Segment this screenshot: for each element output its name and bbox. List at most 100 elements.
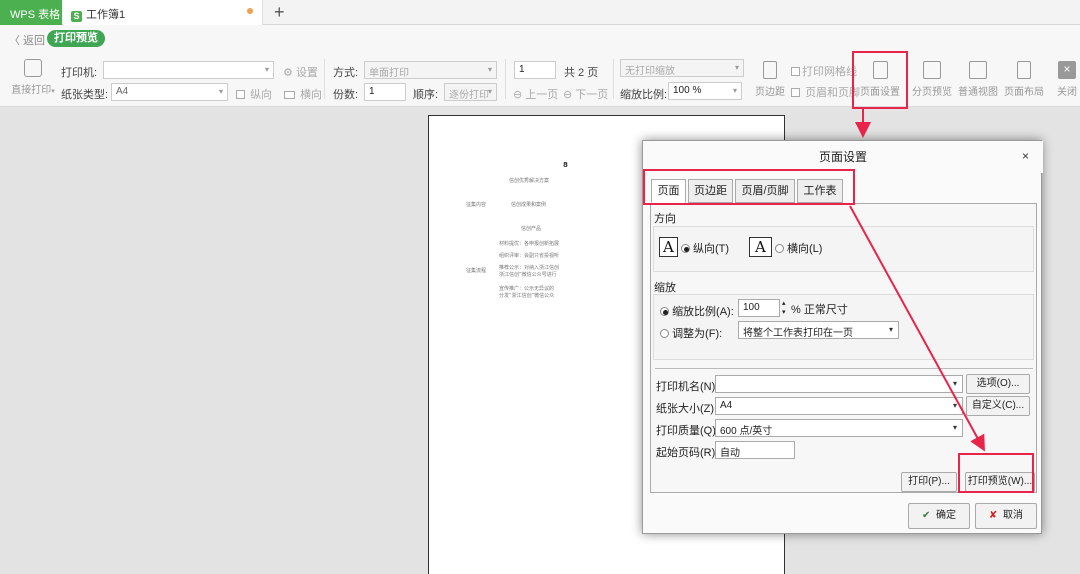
print-button[interactable]: 打印(P)...: [901, 472, 957, 492]
order-select[interactable]: 逐份打印 ▾: [444, 83, 497, 101]
portrait-option[interactable]: A 纵向(T): [659, 237, 729, 257]
normal-size-label: % 正常尺寸: [791, 304, 848, 316]
page-text: 信创优秀解决方案: [509, 178, 550, 184]
scaling-group: 缩放比例(A): 100 ▴ ▾ % 正常尺寸 调整为(F): 将整个工作表打印在…: [653, 294, 1034, 360]
landscape-icon: A: [749, 237, 772, 257]
paper-size-label: 纸张大小(Z):: [656, 403, 718, 415]
portrait-radio[interactable]: [680, 244, 690, 253]
paper-size-select[interactable]: A4 ▾: [715, 397, 963, 415]
page-text: 组织评审：会副只省投视听: [499, 253, 560, 259]
title-tab-bar: WPS 表格 S 工作簿1 +: [0, 0, 1080, 25]
page-layout-icon: [1017, 61, 1031, 79]
chevron-down-icon: ▾: [218, 87, 223, 96]
next-page-button[interactable]: ⊖ 下一页: [563, 86, 608, 102]
scaling-mode-select[interactable]: 无打印缩放 ▾: [620, 59, 744, 77]
back-button[interactable]: 〈 返回: [9, 32, 45, 48]
highlight-page-setup: [852, 51, 908, 109]
method-label: 方式:: [333, 67, 359, 79]
margins-icon: [763, 61, 777, 79]
total-pages: 共 2 页: [564, 67, 599, 79]
custom-size-button[interactable]: 自定义(C)...: [966, 396, 1030, 416]
normal-view-button[interactable]: 普通视图: [957, 61, 999, 98]
arrow-left-icon: ⊖: [513, 89, 523, 101]
landscape-button[interactable]: 横向: [284, 86, 322, 102]
page-text: 推荐公示：对纳入浙江信创: [499, 265, 560, 271]
landscape-option[interactable]: A 横向(L): [749, 237, 822, 257]
copies-stepper[interactable]: 1: [364, 83, 406, 101]
printer-name-label: 打印机名(N): [656, 381, 716, 393]
new-tab-plus-icon[interactable]: +: [274, 2, 285, 23]
orientation-group: A 纵向(T) A 横向(L): [653, 226, 1034, 272]
page-text: 浙江信创”微信公众号进行: [499, 272, 557, 278]
page-text: 信创产品: [521, 226, 542, 232]
scale-ratio-select[interactable]: 100 % ▾: [668, 82, 742, 100]
settings-icon: ⚙: [283, 67, 293, 79]
paper-type-select[interactable]: A4 ▾: [111, 83, 228, 101]
highlight-dialog-tabs: [643, 169, 855, 205]
close-icon: ×: [1058, 61, 1076, 79]
page-text: 信创成果和案例: [511, 202, 547, 208]
landscape-icon: [284, 91, 295, 99]
spin-arrows-icon[interactable]: ▴ ▾: [782, 299, 786, 317]
cancel-button[interactable]: ✘ 取消: [975, 503, 1037, 529]
page-break-preview-button[interactable]: 分页预览: [911, 61, 953, 98]
printer-select[interactable]: ▾: [103, 61, 274, 79]
scale-ratio-input[interactable]: 100: [738, 299, 780, 317]
chevron-down-icon: ▾: [732, 86, 737, 95]
chevron-down-icon: ▾: [952, 401, 957, 410]
orientation-heading: 方向: [654, 213, 676, 225]
landscape-radio[interactable]: [774, 244, 784, 253]
paper-type-label: 纸张类型:: [61, 89, 109, 101]
scaling-heading: 缩放: [654, 282, 676, 294]
print-method-select[interactable]: 单面打印 ▾: [364, 61, 497, 79]
start-page-label: 起始页码(R):: [656, 447, 719, 459]
fit-to-radio[interactable]: [660, 329, 669, 338]
page-text: 征集内容: [466, 202, 487, 208]
portrait-icon: [236, 90, 245, 99]
ok-icon: ✔: [922, 510, 931, 521]
chevron-down-icon: ▾: [487, 87, 492, 96]
portrait-button[interactable]: 纵向: [236, 86, 272, 102]
page-number-stepper[interactable]: 1: [514, 61, 556, 79]
copies-label: 份数:: [333, 89, 359, 101]
page-text: 材料提优：各申报创新拓展: [499, 241, 560, 247]
page-layout-button[interactable]: 页面布局: [1003, 61, 1045, 98]
scale-ratio-radio[interactable]: [660, 307, 669, 316]
divider: [505, 59, 506, 99]
start-page-input[interactable]: 自动: [715, 441, 795, 459]
chevron-down-icon: ▾: [888, 325, 893, 334]
page-mark: 8: [563, 161, 568, 169]
settings-button[interactable]: ⚙ 设置: [283, 64, 318, 80]
order-label: 顺序:: [413, 89, 439, 101]
chevron-down-icon: ▾: [952, 423, 957, 432]
page-text: 征集流程: [466, 268, 487, 274]
ok-button[interactable]: ✔ 确定: [908, 503, 970, 529]
workbook-tab-label: 工作簿1: [86, 9, 126, 21]
print-preview-badge: 打印预览: [47, 30, 105, 47]
header-footer-button[interactable]: 页眉和页脚: [791, 84, 860, 100]
page-text: 宣传推广：公示无异议的: [499, 286, 555, 292]
scale-ratio-option[interactable]: 缩放比例(A):: [660, 303, 734, 319]
close-icon[interactable]: ×: [1022, 149, 1029, 163]
fit-to-select[interactable]: 将整个工作表打印在一页 ▾: [738, 321, 899, 339]
printer-label: 打印机:: [61, 67, 98, 79]
header-footer-icon: [791, 88, 800, 97]
print-gridlines-checkbox[interactable]: 打印网格线: [791, 63, 857, 79]
grid-icon: [969, 61, 987, 79]
preview-subbar: 〈 返回 打印预览: [0, 25, 1080, 51]
divider: [613, 59, 614, 99]
margins-button[interactable]: 页边距: [753, 61, 787, 98]
checkbox-icon: [791, 67, 800, 76]
fit-to-option[interactable]: 调整为(F):: [660, 325, 722, 341]
print-quality-select[interactable]: 600 点/英寸 ▾: [715, 419, 963, 437]
chevron-down-icon: ▾: [487, 65, 492, 74]
direct-print-button[interactable]: 直接打印▾: [8, 59, 58, 96]
prev-page-button[interactable]: ⊖ 上一页: [513, 86, 558, 102]
app-tab[interactable]: WPS 表格: [0, 0, 62, 25]
options-button[interactable]: 选项(O)...: [966, 374, 1030, 394]
page-break-icon: [923, 61, 941, 79]
printer-name-select[interactable]: ▾: [715, 375, 963, 393]
workbook-tab[interactable]: S 工作簿1: [63, 0, 263, 25]
portrait-icon: A: [659, 237, 678, 257]
close-preview-button[interactable]: × 关闭: [1054, 61, 1080, 98]
